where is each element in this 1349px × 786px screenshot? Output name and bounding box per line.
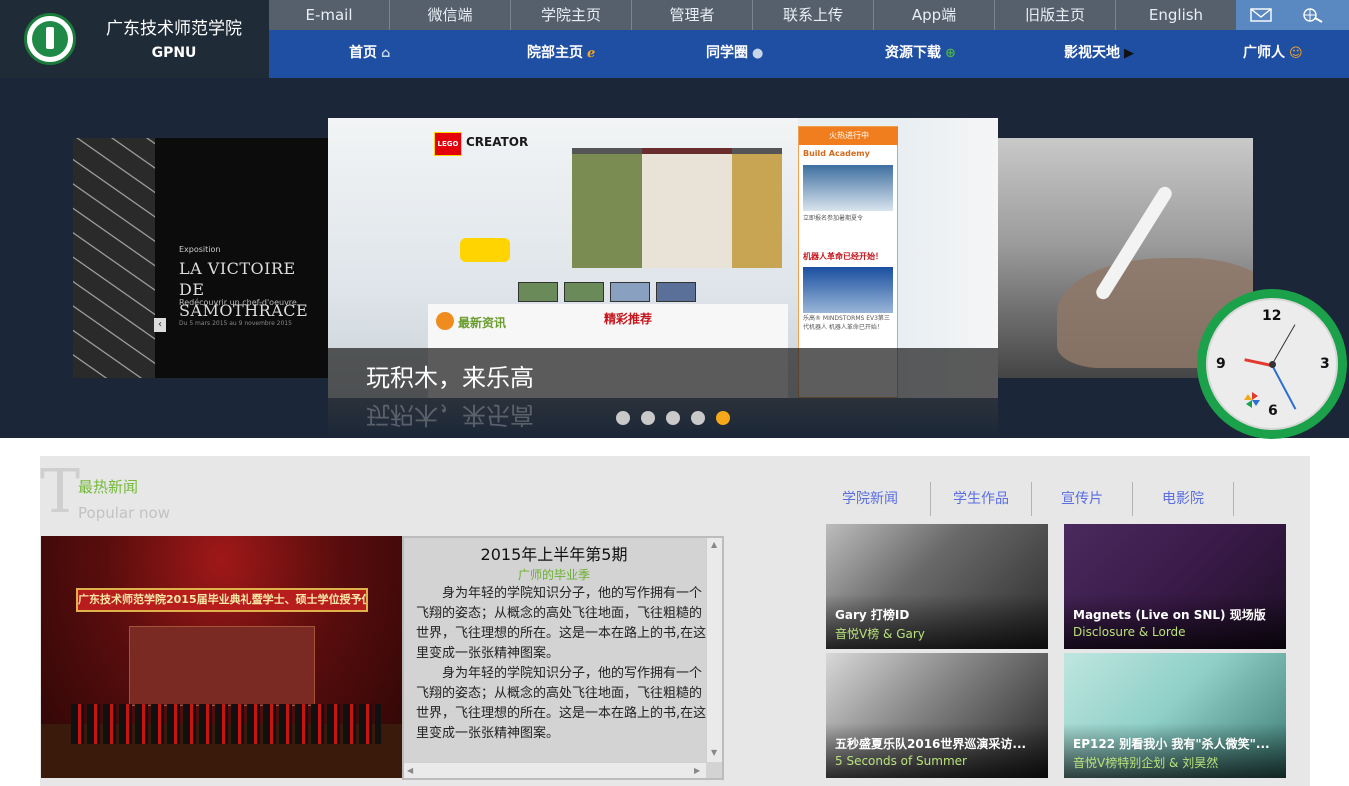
topbar-english[interactable]: English — [1116, 0, 1236, 30]
vertical-scrollbar[interactable]: ▲ ▼ — [706, 538, 722, 762]
download-icon: ⊕ — [945, 46, 956, 61]
carousel-dot[interactable] — [691, 411, 705, 425]
school-logo — [24, 13, 76, 65]
chevron-left-icon[interactable]: ‹ — [154, 318, 166, 332]
popular-section: T 最热新闻 Popular now 学院新闻 学生作品 宣传片 电影院 广东技… — [40, 456, 1310, 786]
carousel-dot[interactable] — [641, 411, 655, 425]
school-name: 广东技术师范学院 — [106, 19, 242, 39]
slide-caption: 玩积木，来乐高 — [366, 364, 534, 392]
carousel-dot[interactable] — [666, 411, 680, 425]
video-tile[interactable]: EP122 别看我小 我有"杀人微笑"... 音悦V榜特别企划 & 刘昊然 — [1064, 653, 1286, 778]
clock-hour-hand — [1244, 358, 1273, 367]
tab-college-news[interactable]: 学院新闻 — [810, 482, 931, 516]
tab-student-works[interactable]: 学生作品 — [931, 482, 1032, 516]
site-header: 广东技术师范学院 GPNU E-mail 微信端 学院主页 管理者 联系上传 A… — [0, 0, 1349, 78]
clock-widget: 12 3 6 9 — [1197, 289, 1347, 439]
video-tile[interactable]: Gary 打榜ID 音悦V榜 & Gary — [826, 524, 1048, 649]
slide-reflection: 玩积木，来乐高 — [328, 398, 998, 438]
nav-classmates[interactable]: 同学圈 ● — [706, 30, 763, 76]
main-nav: 首页 ⌂ 院部主页 ℯ 同学圈 ● 资源下载 ⊕ 影视天地 ▶ 广师人 ☺ — [269, 30, 1349, 78]
article-body: 身为年轻的学院知识分子，他的写作拥有一个飞翔的姿态；从概念的高处飞往地面，飞往粗… — [416, 586, 707, 741]
nav-home[interactable]: 首页 ⌂ — [349, 30, 390, 76]
carousel-dot-active[interactable] — [716, 411, 730, 425]
topbar-contact-upload[interactable]: 联系上传 — [753, 0, 874, 30]
slide-caption-bar: 玩积木，来乐高 — [328, 348, 998, 398]
globe-search-icon[interactable] — [1302, 7, 1324, 23]
lego-news-title: 最新资讯 — [458, 316, 507, 330]
slide-title: LA VICTOIRE DE SAMOTHRACE — [179, 259, 309, 320]
tab-promo-video[interactable]: 宣传片 — [1032, 482, 1133, 516]
clock-second-hand — [1271, 324, 1296, 365]
home-icon: ⌂ — [381, 46, 391, 61]
topbar-admin[interactable]: 管理者 — [632, 0, 753, 30]
top-bar: E-mail 微信端 学院主页 管理者 联系上传 App端 旧版主页 Engli… — [269, 0, 1349, 30]
nav-department[interactable]: 院部主页 ℯ — [527, 30, 595, 76]
horizontal-scrollbar[interactable]: ◀ ▶ — [404, 762, 706, 778]
slide-date: Du 5 mars 2015 au 9 novembre 2015 — [179, 320, 292, 327]
video-tile[interactable]: Magnets (Live on SNL) 现场版 Disclosure & L… — [1064, 524, 1286, 649]
play-icon: ▶ — [1124, 46, 1134, 61]
slide-subtitle: Redécouvrir un chef-d'oeuvre — [179, 298, 297, 307]
lego-logo: LEGO — [434, 132, 462, 156]
article-title: 2015年上半年第5期 — [480, 545, 628, 564]
article-subtitle: 广师的毕业季 — [517, 568, 590, 582]
topbar-email[interactable]: E-mail — [269, 0, 390, 30]
news-icon — [436, 312, 454, 330]
nav-downloads[interactable]: 资源下载 ⊕ — [885, 30, 956, 76]
topbar-icon-group — [1236, 0, 1349, 30]
clock-face: 12 3 6 9 — [1206, 298, 1338, 430]
ie-icon: ℯ — [587, 46, 596, 61]
pinwheel-icon — [1244, 392, 1260, 408]
section-title: 最热新闻 — [78, 478, 139, 496]
slide-label: Exposition — [179, 245, 221, 254]
section-subtitle: Popular now — [78, 504, 170, 522]
avatar-icon: ☺ — [1289, 46, 1303, 61]
banner-carousel: ‹ Exposition LA VICTOIRE DE SAMOTHRACE Re… — [0, 78, 1349, 438]
video-tile[interactable]: 五秒盛夏乐队2016世界巡演采访... 5 Seconds of Summer — [826, 653, 1048, 778]
topbar-app[interactable]: App端 — [874, 0, 995, 30]
topbar-wechat[interactable]: 微信端 — [390, 0, 511, 30]
topbar-college-home[interactable]: 学院主页 — [511, 0, 632, 30]
user-icon: ● — [752, 46, 764, 61]
nav-films[interactable]: 影视天地 ▶ — [1064, 30, 1134, 76]
carousel-dot[interactable] — [616, 411, 630, 425]
brand[interactable]: 广东技术师范学院 GPNU — [0, 0, 269, 78]
tab-cinema[interactable]: 电影院 — [1133, 482, 1234, 516]
article-panel: 2015年上半年第5期 广师的毕业季 身为年轻的学院知识分子，他的写作拥有一个飞… — [402, 536, 724, 780]
school-abbr: GPNU — [151, 45, 197, 61]
nav-gpnu-people[interactable]: 广师人 ☺ — [1243, 30, 1303, 76]
lego-rec-title: 精彩推荐 — [604, 312, 653, 326]
slide-exhibition[interactable]: ‹ Exposition LA VICTOIRE DE SAMOTHRACE Re… — [73, 138, 328, 378]
section-letter: T — [40, 457, 81, 527]
email-icon[interactable] — [1250, 7, 1272, 23]
lego-creator-label: CREATOR — [466, 135, 529, 149]
graduation-banner: 广东技术师范学院2015届毕业典礼暨学士、硕士学位授予仪式 — [76, 588, 368, 612]
graduation-photo[interactable]: 广东技术师范学院2015届毕业典礼暨学士、硕士学位授予仪式 — [41, 536, 403, 778]
topbar-old-home[interactable]: 旧版主页 — [995, 0, 1116, 30]
